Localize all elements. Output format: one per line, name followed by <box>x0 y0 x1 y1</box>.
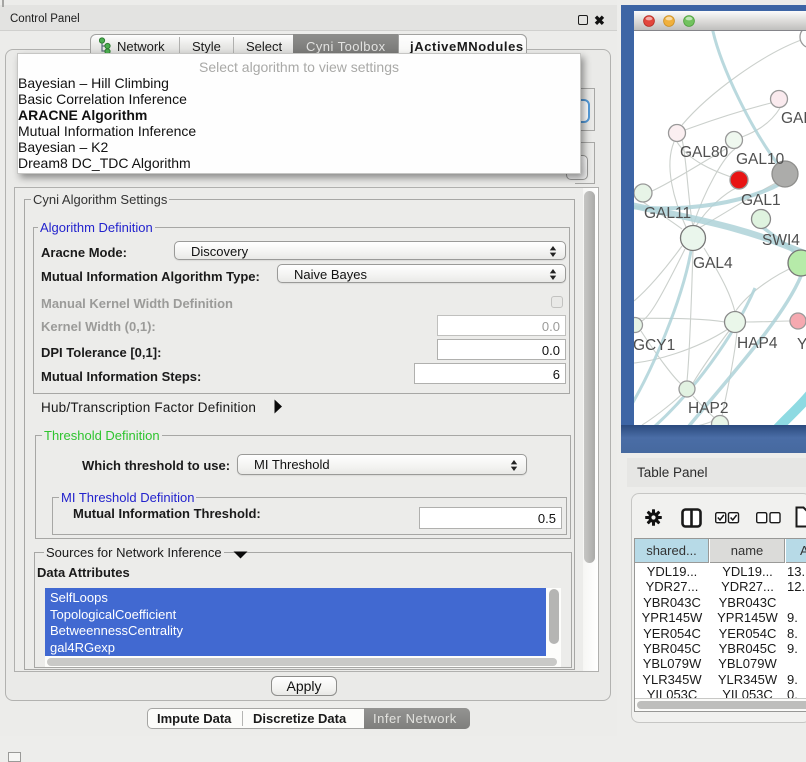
svg-text:HAP4: HAP4 <box>737 335 778 352</box>
svg-text:GAL10: GAL10 <box>736 151 785 168</box>
svg-text:HAP2: HAP2 <box>688 400 729 417</box>
svg-text:GAL2: GAL2 <box>781 110 806 127</box>
svg-text:GAL11: GAL11 <box>644 205 691 222</box>
svg-text:Y: Y <box>797 336 806 353</box>
svg-text:GAL4: GAL4 <box>693 255 733 272</box>
svg-text:GCY1: GCY1 <box>634 337 675 354</box>
svg-text:GAL80: GAL80 <box>680 144 729 161</box>
svg-text:SWI4: SWI4 <box>762 232 800 249</box>
svg-text:GAL1: GAL1 <box>741 192 781 209</box>
